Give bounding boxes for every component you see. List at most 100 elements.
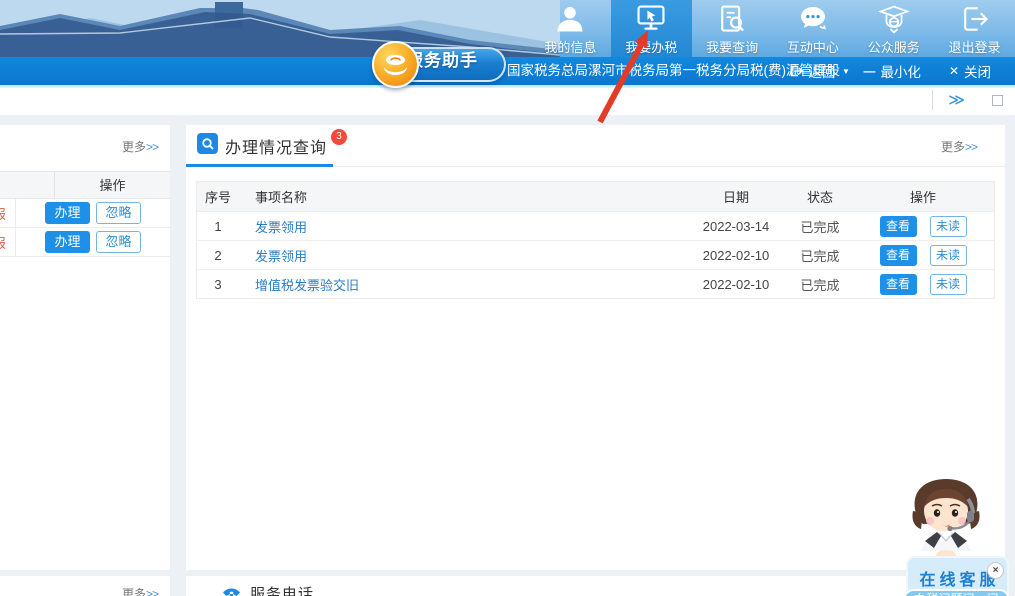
phone-icon: [222, 585, 241, 596]
service-phone-panel: 服务电话: [186, 576, 1005, 596]
todo-header-spacer: [0, 172, 55, 198]
unread-button[interactable]: 未读: [930, 274, 967, 295]
user-icon: [554, 3, 586, 35]
todo-row: 报 办理 忽略: [0, 199, 170, 228]
todo-row: 报 办理 忽略: [0, 228, 170, 257]
more-text: 更多: [122, 140, 146, 154]
expand-chevrons-icon[interactable]: ≫: [948, 90, 965, 110]
col-status: 状态: [788, 187, 852, 206]
clipped-item-text: 报: [0, 204, 6, 223]
monitor-cursor-icon: [635, 3, 667, 35]
title-underline: [186, 164, 333, 167]
col-op: 操作: [852, 187, 994, 206]
ignore-button[interactable]: 忽略: [96, 231, 141, 253]
more-arrows: >>: [146, 587, 158, 596]
collapse-strip: ≫: [0, 85, 1015, 115]
nav-query[interactable]: 我要查询: [692, 0, 773, 57]
unread-button[interactable]: 未读: [930, 216, 967, 237]
item-link[interactable]: 增值税发票验交旧: [255, 278, 359, 293]
row-no: 1: [197, 219, 239, 234]
col-name: 事项名称: [239, 187, 684, 206]
col-date: 日期: [684, 187, 788, 206]
nav-label: 我的信息: [544, 37, 596, 56]
more-arrows: >>: [146, 140, 158, 154]
more-text: 更多: [941, 140, 965, 154]
handle-button[interactable]: 办理: [45, 231, 90, 253]
row-status: 已完成: [788, 246, 852, 265]
cs-close-icon[interactable]: ×: [987, 562, 1004, 579]
todo-table: 操作 报 办理 忽略 报 办理 忽略: [0, 171, 170, 257]
todo-table-header: 操作: [0, 171, 170, 199]
nav-label: 公众服务: [868, 37, 920, 56]
more-text: 更多: [122, 587, 146, 596]
nav-logout[interactable]: 退出登录: [934, 0, 1015, 57]
cs-question-pill[interactable]: 办税问题问一问: [903, 589, 1010, 596]
service-assistant-widget[interactable]: 服务助手: [372, 44, 506, 86]
minimize-label: 最小化: [880, 61, 921, 81]
strip-divider: [932, 90, 933, 110]
col-no: 序号: [197, 187, 239, 206]
document-search-icon: [716, 3, 748, 35]
status-table-header: 序号 事项名称 日期 状态 操作: [197, 182, 994, 211]
back-button[interactable]: 返回: [789, 61, 835, 81]
more-arrows: >>: [965, 140, 977, 154]
row-no: 3: [197, 277, 239, 292]
status-more-link[interactable]: 更多>>: [941, 138, 977, 155]
nav-label: 我要办税: [625, 37, 677, 56]
clipped-item-text: 报: [0, 233, 6, 252]
row-date: 2022-02-10: [684, 248, 788, 263]
todo-row-actions: 办理 忽略: [16, 231, 170, 253]
minimize-button[interactable]: — 最小化: [863, 61, 921, 81]
handle-button[interactable]: 办理: [45, 202, 90, 224]
logout-icon: [959, 3, 991, 35]
view-button[interactable]: 查看: [880, 245, 917, 266]
item-link[interactable]: 发票领用: [255, 249, 307, 264]
panel-title: 办理情况查询: [225, 134, 327, 158]
row-date: 2022-02-10: [684, 277, 788, 292]
todo-more-link[interactable]: 更多>>: [122, 138, 158, 155]
view-button[interactable]: 查看: [880, 216, 917, 237]
search-icon: [197, 133, 218, 154]
nav-my-info[interactable]: 我的信息: [530, 0, 611, 57]
service-phone-header: 服务电话: [222, 583, 314, 596]
row-status: 已完成: [788, 217, 852, 236]
window-controls: 返回 — 最小化 ✕ 关闭: [789, 57, 991, 85]
row-status: 已完成: [788, 275, 852, 294]
close-label: 关闭: [964, 61, 991, 81]
nav-interaction-center[interactable]: 互动中心: [772, 0, 853, 57]
close-icon: ✕: [949, 64, 959, 78]
table-row: 3 增值税发票验交旧 2022-02-10 已完成 查看 未读: [197, 269, 994, 298]
back-icon: [789, 64, 803, 78]
unread-button[interactable]: 未读: [930, 245, 967, 266]
view-button[interactable]: 查看: [880, 274, 917, 295]
minimize-icon: —: [863, 64, 875, 78]
bottom-left-panel: 更多>>: [0, 576, 170, 596]
graduate-icon: [878, 3, 910, 35]
nav-tax-handling[interactable]: 我要办税: [611, 0, 692, 57]
todo-row-actions: 办理 忽略: [16, 202, 170, 224]
nav-public-service[interactable]: 公众服务: [853, 0, 934, 57]
todo-op-header: 操作: [55, 172, 170, 198]
window-box-icon[interactable]: [992, 95, 1003, 106]
phone-panel-title: 服务电话: [250, 583, 314, 596]
close-button[interactable]: ✕ 关闭: [949, 61, 991, 81]
status-query-panel: 办理情况查询 3 更多>> 序号 事项名称 日期 状态 操作 1 发票领用 20…: [186, 125, 1005, 570]
todo-panel: 更多>> 操作 报 办理 忽略 报 办理 忽略: [0, 125, 170, 570]
customer-service-avatar[interactable]: [895, 471, 997, 565]
table-row: 2 发票领用 2022-02-10 已完成 查看 未读: [197, 240, 994, 269]
item-link[interactable]: 发票领用: [255, 220, 307, 235]
assistant-icon: [372, 41, 419, 88]
nav-label: 我要查询: [706, 37, 758, 56]
ignore-button[interactable]: 忽略: [96, 202, 141, 224]
table-row: 1 发票领用 2022-03-14 已完成 查看 未读: [197, 211, 994, 240]
status-panel-header: 办理情况查询 3 更多>>: [186, 125, 1005, 167]
todo-row-name-clipped: 报: [0, 199, 16, 227]
nav-label: 互动中心: [787, 37, 839, 56]
assistant-label: 服务助手: [406, 44, 540, 79]
back-label: 返回: [808, 61, 835, 81]
content-area: 更多>> 操作 报 办理 忽略 报 办理 忽略: [0, 115, 1015, 596]
bottom-more-link[interactable]: 更多>>: [122, 585, 158, 596]
status-table: 序号 事项名称 日期 状态 操作 1 发票领用 2022-03-14 已完成 查…: [196, 181, 995, 299]
chat-bubble-icon: [797, 3, 829, 35]
nav-label: 退出登录: [949, 37, 1001, 56]
